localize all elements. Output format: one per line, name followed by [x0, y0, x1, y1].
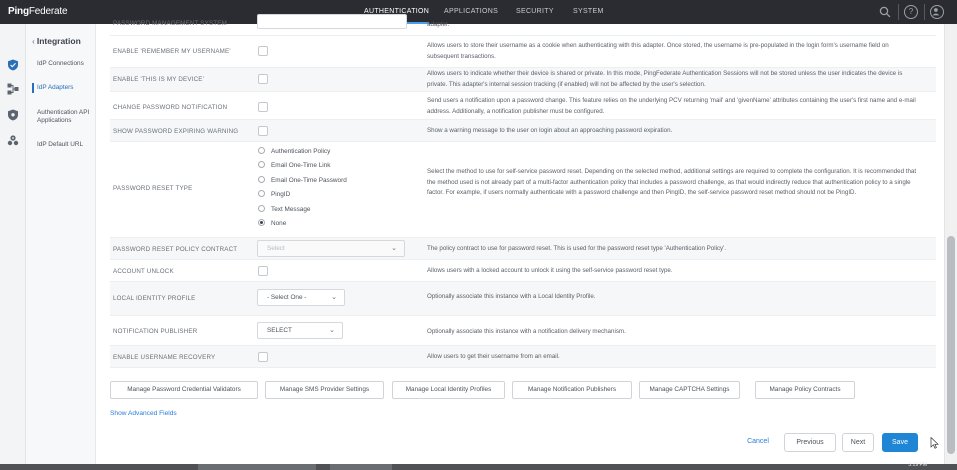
- username-recovery-checkbox[interactable]: [258, 352, 268, 362]
- setting-label: LOCAL IDENTITY PROFILE: [113, 295, 196, 302]
- setting-label: NOTIFICATION PUBLISHER: [113, 328, 198, 335]
- top-divider: [898, 4, 899, 20]
- taskbar-clock: 3:19 PM: [908, 462, 927, 468]
- local-identity-profile-select[interactable]: - Select One - ⌄: [257, 289, 345, 306]
- setting-row-account-unlock: ACCOUNT UNLOCK Allows users with a locke…: [110, 260, 936, 282]
- setting-row-password-expiring-warning: SHOW PASSWORD EXPIRING WARNING Show a wa…: [110, 120, 936, 142]
- manage-sms-provider-settings-button[interactable]: Manage SMS Provider Settings: [265, 381, 384, 399]
- radio-button[interactable]: [258, 176, 265, 183]
- save-button[interactable]: Save: [882, 433, 918, 452]
- setting-description: Allow users to get their username from a…: [427, 353, 560, 360]
- radio-button[interactable]: [258, 190, 265, 197]
- chevron-down-icon: ⌄: [331, 294, 337, 301]
- show-advanced-fields-link[interactable]: Show Advanced Fields: [110, 410, 177, 417]
- setting-description: Send users a notification upon a passwor…: [427, 97, 916, 115]
- vertical-scrollbar[interactable]: [944, 24, 957, 464]
- change-password-notification-checkbox[interactable]: [258, 102, 268, 112]
- chevron-left-icon: ‹: [32, 36, 35, 46]
- integration-sidebar: ‹ Integration IdP Connections IdP Adapter…: [26, 24, 96, 464]
- policy-contract-select[interactable]: Select ⌄: [257, 240, 405, 257]
- this-is-my-device-checkbox[interactable]: [258, 74, 268, 84]
- manage-policy-contracts-button[interactable]: Manage Policy Contracts: [755, 381, 855, 399]
- setting-description: Select the method to use for self-servic…: [427, 168, 917, 196]
- setting-label: SHOW PASSWORD EXPIRING WARNING: [113, 128, 239, 135]
- account-unlock-checkbox[interactable]: [258, 266, 268, 276]
- setting-description: Optionally associate this instance with …: [427, 328, 626, 335]
- sidebar-item-idp-connections[interactable]: IdP Connections: [37, 60, 95, 68]
- network-icon[interactable]: [7, 83, 19, 95]
- pingfederate-logo[interactable]: PingFederate: [8, 6, 68, 17]
- setting-row-local-identity-profile: LOCAL IDENTITY PROFILE - Select One - ⌄ O…: [110, 282, 936, 316]
- password-expiring-warning-checkbox[interactable]: [258, 126, 268, 136]
- sidebar-item-idp-default-url[interactable]: IdP Default URL: [37, 141, 95, 149]
- setting-label: PASSWORD MANAGEMENT SYSTEM: [113, 20, 227, 27]
- top-divider: [924, 4, 925, 20]
- user-icon[interactable]: [930, 5, 944, 19]
- setting-row-notification-publisher: NOTIFICATION PUBLISHER SELECT ⌄ Optionall…: [110, 316, 936, 346]
- manage-captcha-settings-button[interactable]: Manage CAPTCHA Settings: [639, 381, 740, 399]
- setting-label: ENABLE USERNAME RECOVERY: [113, 354, 216, 361]
- setting-description: Allows users with a locked account to un…: [427, 267, 673, 274]
- setting-description: Optionally associate this instance with …: [427, 293, 596, 300]
- radio-button[interactable]: [258, 147, 265, 154]
- taskbar-item[interactable]: [330, 464, 392, 470]
- setting-row-password-management-system: PASSWORD MANAGEMENT SYSTEM adapter.: [110, 14, 936, 36]
- cogs-icon[interactable]: [7, 134, 19, 146]
- cancel-button[interactable]: Cancel: [740, 433, 776, 452]
- chevron-down-icon: ⌄: [391, 245, 397, 252]
- radio-button[interactable]: [258, 161, 265, 168]
- radio-email-one-time-link[interactable]: Email One-Time Link: [258, 161, 330, 171]
- radio-button-selected[interactable]: [258, 219, 265, 226]
- notification-publisher-select[interactable]: SELECT ⌄: [257, 322, 343, 339]
- sidebar-item-authentication-api-applications[interactable]: Authentication API Applications: [37, 109, 95, 125]
- setting-label: ENABLE 'REMEMBER MY USERNAME': [113, 48, 231, 55]
- search-icon[interactable]: [878, 5, 892, 19]
- radio-authentication-policy[interactable]: Authentication Policy: [258, 147, 330, 157]
- setting-row-password-reset-type: PASSWORD RESET TYPE Authentication Polic…: [110, 142, 936, 238]
- radio-button[interactable]: [258, 205, 265, 212]
- scrollbar-thumb[interactable]: [947, 236, 955, 454]
- setting-description: Show a warning message to the user on lo…: [427, 127, 673, 134]
- password-management-system-input[interactable]: [257, 14, 407, 29]
- chevron-down-icon: ⌄: [329, 327, 335, 334]
- setting-label: ACCOUNT UNLOCK: [113, 268, 174, 275]
- manage-password-credential-validators-button[interactable]: Manage Password Credential Validators: [110, 381, 258, 399]
- setting-label: PASSWORD RESET TYPE: [113, 185, 193, 192]
- radio-none[interactable]: None: [258, 219, 286, 229]
- back-to-integration[interactable]: ‹ Integration: [32, 36, 81, 46]
- previous-button[interactable]: Previous: [784, 433, 836, 452]
- setting-description: The policy contract to use for password …: [427, 245, 727, 252]
- adapter-settings-form: PASSWORD MANAGEMENT SYSTEM adapter. ENAB…: [96, 14, 944, 464]
- setting-description: adapter.: [427, 21, 450, 28]
- radio-pingid[interactable]: PingID: [258, 190, 290, 200]
- setting-description: Allows users to indicate whether their d…: [427, 70, 903, 88]
- remember-username-checkbox[interactable]: [258, 46, 268, 56]
- sidebar-item-idp-adapters[interactable]: IdP Adapters: [32, 83, 95, 93]
- setting-row-password-reset-policy-contract: PASSWORD RESET POLICY CONTRACT Select ⌄ T…: [110, 238, 936, 260]
- setting-description: Allows users to store their username as …: [427, 42, 889, 60]
- setting-row-username-recovery: ENABLE USERNAME RECOVERY Allow users to …: [110, 346, 936, 368]
- manage-local-identity-profiles-button[interactable]: Manage Local Identity Profiles: [392, 381, 505, 399]
- setting-label: PASSWORD RESET POLICY CONTRACT: [113, 246, 238, 253]
- mouse-cursor-icon: [930, 437, 939, 449]
- next-button[interactable]: Next: [842, 433, 874, 452]
- setting-row-remember-username: ENABLE 'REMEMBER MY USERNAME' Allows use…: [110, 36, 936, 68]
- setting-label: ENABLE 'THIS IS MY DEVICE': [113, 76, 205, 83]
- settings-shield-icon[interactable]: [7, 109, 19, 121]
- os-taskbar: 3:19 PM: [0, 462, 957, 470]
- help-icon[interactable]: ?: [904, 5, 918, 19]
- radio-text-message[interactable]: Text Message: [258, 205, 310, 215]
- shield-icon[interactable]: [7, 59, 19, 71]
- radio-email-one-time-password[interactable]: Email One-Time Password: [258, 176, 347, 186]
- setting-label: CHANGE PASSWORD NOTIFICATION: [113, 104, 228, 111]
- taskbar-item[interactable]: [198, 464, 316, 470]
- setting-row-this-is-my-device: ENABLE 'THIS IS MY DEVICE' Allows users …: [110, 68, 936, 92]
- manage-notification-publishers-button[interactable]: Manage Notification Publishers: [512, 381, 632, 399]
- setting-row-change-password-notification: CHANGE PASSWORD NOTIFICATION Send users …: [110, 92, 936, 120]
- icon-rail: [0, 24, 26, 464]
